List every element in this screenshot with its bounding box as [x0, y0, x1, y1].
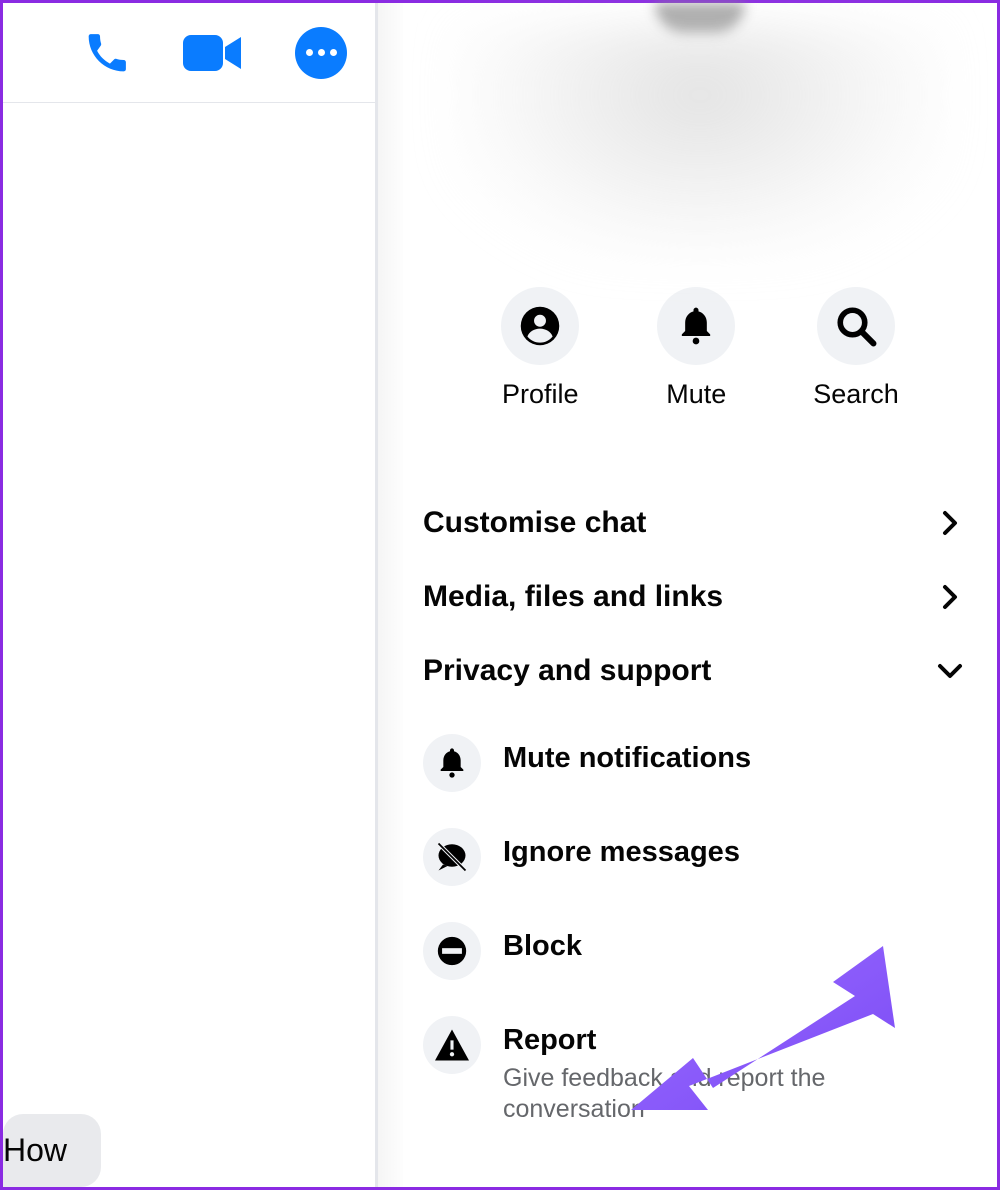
person-icon	[519, 305, 561, 347]
mute-action[interactable]: Mute	[657, 287, 735, 410]
call-button[interactable]	[83, 29, 131, 77]
block-icon-circle	[423, 922, 481, 980]
conversation-info-panel: Profile Mute Search	[403, 3, 997, 1187]
profile-action[interactable]: Profile	[501, 287, 579, 410]
privacy-support-row[interactable]: Privacy and support	[423, 634, 965, 708]
chat-slash-icon	[434, 839, 470, 875]
mute-label: Mute	[666, 379, 726, 410]
privacy-label: Privacy and support	[423, 654, 711, 688]
media-label: Media, files and links	[423, 580, 723, 614]
bell-icon	[436, 745, 468, 781]
chevron-down-icon	[935, 656, 965, 686]
search-label: Search	[813, 379, 899, 410]
dot-icon	[318, 49, 325, 56]
media-files-links-row[interactable]: Media, files and links	[423, 560, 965, 634]
mute-notifications-label: Mute notifications	[503, 742, 751, 775]
dot-icon	[306, 49, 313, 56]
contact-avatar-area	[403, 3, 997, 283]
report-label: Report	[503, 1024, 943, 1057]
ignore-messages-label: Ignore messages	[503, 836, 740, 869]
quick-actions-row: Profile Mute Search	[403, 287, 997, 410]
search-icon	[835, 305, 877, 347]
app-frame: How Profile	[0, 0, 1000, 1190]
ignore-messages-item[interactable]: Ignore messages	[423, 810, 965, 904]
profile-icon-circle	[501, 287, 579, 365]
profile-label: Profile	[502, 379, 579, 410]
video-call-button[interactable]	[181, 29, 245, 77]
report-item[interactable]: Report Give feedback and report the conv…	[423, 998, 965, 1144]
dot-icon	[330, 49, 337, 56]
mute-icon-circle	[657, 287, 735, 365]
video-icon	[183, 31, 243, 75]
phone-icon	[85, 31, 129, 75]
mute-notifications-item[interactable]: Mute notifications	[423, 716, 965, 810]
block-label: Block	[503, 930, 582, 963]
privacy-sublist: Mute notifications Ignore messages	[423, 716, 965, 1144]
report-icon-circle	[423, 1016, 481, 1074]
more-options-button[interactable]	[295, 27, 347, 79]
chevron-right-icon	[935, 582, 965, 612]
customise-chat-row[interactable]: Customise chat	[423, 486, 965, 560]
chat-header-toolbar	[3, 3, 375, 103]
chevron-right-icon	[935, 508, 965, 538]
message-bubble: How	[3, 1114, 101, 1187]
chat-column: How	[3, 3, 375, 1187]
block-icon	[435, 934, 469, 968]
customise-label: Customise chat	[423, 506, 646, 540]
message-text: How	[3, 1132, 67, 1168]
search-action[interactable]: Search	[813, 287, 899, 410]
mute-notifications-icon-circle	[423, 734, 481, 792]
warning-triangle-icon	[433, 1028, 471, 1062]
report-description: Give feedback and report the conversatio…	[503, 1063, 943, 1126]
search-icon-circle	[817, 287, 895, 365]
settings-menu: Customise chat Media, files and links Pr…	[403, 486, 997, 1144]
bell-icon	[676, 304, 716, 348]
ignore-icon-circle	[423, 828, 481, 886]
block-item[interactable]: Block	[423, 904, 965, 998]
avatar-name-blurred	[450, 23, 950, 263]
